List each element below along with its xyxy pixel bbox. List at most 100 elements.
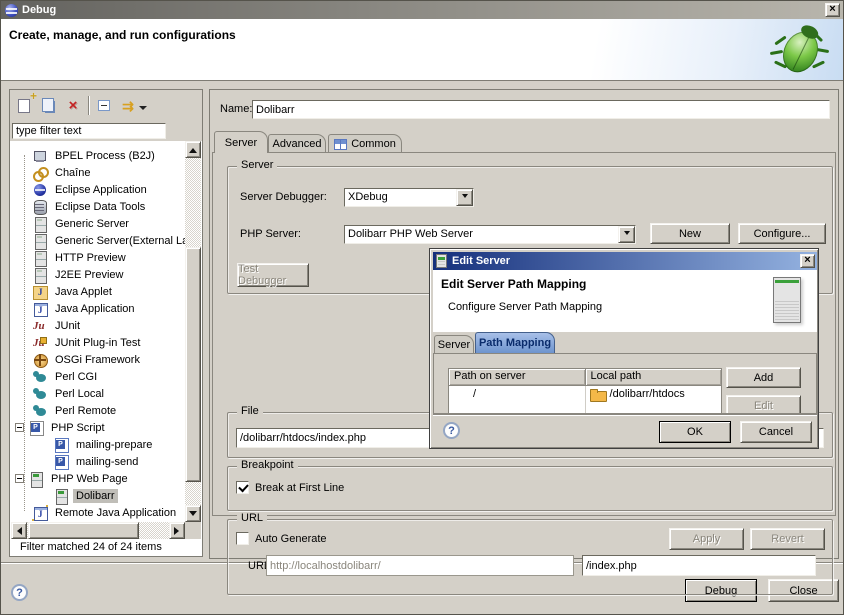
tree-item-label: Chaîne	[52, 166, 93, 180]
dialog-tab-path-mapping[interactable]: Path Mapping	[475, 332, 555, 353]
ok-button[interactable]: OK	[659, 421, 731, 443]
dialog-close-button[interactable]	[800, 254, 815, 268]
tree-item-label: Java Application	[52, 302, 138, 316]
junit-icon	[32, 318, 48, 334]
toolbar-separator	[88, 96, 89, 115]
tree-vscrollbar[interactable]	[185, 141, 201, 522]
tree-item[interactable]: PHP Web Page	[11, 470, 185, 487]
url-group: URL Auto Generate URL:	[227, 519, 833, 595]
tree-item[interactable]: PHP Script	[11, 419, 185, 436]
server-icon	[32, 250, 48, 266]
config-tree: BPEL Process (B2J) ChaîneEclipse Applicat…	[11, 141, 185, 522]
type-filter-input[interactable]	[12, 123, 166, 139]
duplicate-configuration-icon[interactable]	[38, 96, 58, 115]
php-server-select[interactable]: Dolibarr PHP Web Server	[344, 225, 636, 244]
dialog-header: Edit Server Path Mapping Configure Serve…	[433, 270, 817, 332]
tree-item[interactable]: Eclipse Application	[11, 181, 185, 198]
tree-item[interactable]: Java Application	[11, 300, 185, 317]
tree-item[interactable]: BPEL Process (B2J)	[11, 147, 185, 164]
tree-item[interactable]: Perl Remote	[11, 402, 185, 419]
hscroll-thumb[interactable]	[28, 522, 139, 539]
tab-common[interactable]: Common	[328, 134, 402, 153]
tree-item-label: PHP Script	[48, 421, 108, 435]
vscroll-thumb[interactable]	[185, 247, 201, 482]
filter-menu-caret-icon[interactable]	[138, 100, 148, 119]
tree-item[interactable]: OSGi Framework	[11, 351, 185, 368]
server-icon	[436, 254, 447, 268]
applet-icon	[32, 284, 48, 300]
tree-item[interactable]: Generic Server(External La	[11, 232, 185, 249]
tree-item-label: Generic Server	[52, 217, 132, 231]
edit-mapping-button: Edit	[726, 395, 801, 414]
database-icon	[32, 199, 48, 215]
name-label: Name:	[220, 103, 252, 115]
perl-icon	[32, 403, 48, 419]
cancel-button[interactable]: Cancel	[740, 421, 812, 443]
chevron-down-icon[interactable]	[618, 226, 635, 243]
dialog-tab-server[interactable]: Server	[434, 335, 474, 353]
tree-item-label: OSGi Framework	[52, 353, 143, 367]
server-icon	[32, 267, 48, 283]
tree-item[interactable]: Eclipse Data Tools	[11, 198, 185, 215]
scroll-right-button[interactable]	[169, 522, 185, 539]
dialog-help-icon[interactable]	[443, 422, 460, 439]
new-server-button[interactable]: New	[650, 223, 730, 244]
name-input[interactable]	[252, 100, 830, 119]
tree-item[interactable]: mailing-prepare	[11, 436, 185, 453]
delete-configuration-icon[interactable]: ×	[63, 96, 83, 115]
header-text: Create, manage, and run configurations	[9, 28, 236, 42]
tree-item-label: HTTP Preview	[52, 251, 129, 265]
window-close-button[interactable]	[825, 3, 840, 17]
tree-item[interactable]: Generic Server	[11, 215, 185, 232]
tree-item[interactable]: Chaîne	[11, 164, 185, 181]
auto-generate-label: Auto Generate	[255, 533, 327, 545]
tree-item[interactable]: Remote Java Application	[11, 504, 185, 521]
collapse-all-icon[interactable]	[94, 96, 114, 115]
tree-item[interactable]: Dolibarr	[11, 487, 185, 504]
configure-button[interactable]: Configure...	[738, 223, 826, 244]
tree-item[interactable]: JUnit Plug-in Test	[11, 334, 185, 351]
new-configuration-icon[interactable]: +	[14, 96, 34, 115]
tree-hscrollbar[interactable]	[11, 522, 185, 539]
dialog-titlebar[interactable]: Edit Server	[433, 252, 817, 270]
server-tower-image	[773, 277, 801, 323]
server-debugger-label: Server Debugger:	[240, 191, 327, 203]
perl-icon	[32, 386, 48, 402]
column-path-on-server[interactable]: Path on server	[449, 369, 586, 386]
php-file-icon	[53, 437, 69, 453]
tree-item-label: J2EE Preview	[52, 268, 126, 282]
help-icon[interactable]	[11, 584, 28, 601]
scroll-down-button[interactable]	[185, 505, 201, 522]
server-icon	[32, 233, 48, 249]
add-mapping-button[interactable]: Add	[726, 367, 801, 388]
window-titlebar[interactable]: Debug	[1, 1, 844, 19]
tab-server[interactable]: Server	[214, 131, 268, 153]
tree-item-label: Generic Server(External La	[52, 234, 185, 248]
scroll-up-button[interactable]	[185, 141, 201, 158]
tree-item[interactable]: JUnit	[11, 317, 185, 334]
column-local-path[interactable]: Local path	[586, 369, 722, 386]
tree-item[interactable]: J2EE Preview	[11, 266, 185, 283]
table-row[interactable]: / /dolibarr/htdocs	[449, 386, 721, 402]
tab-advanced[interactable]: Advanced	[268, 134, 326, 153]
osgi-icon	[32, 352, 48, 368]
dialog-heading: Edit Server Path Mapping	[441, 277, 586, 291]
filter-configurations-icon[interactable]: ⇉	[118, 96, 138, 115]
chevron-down-icon[interactable]	[456, 189, 473, 206]
auto-generate-checkbox[interactable]	[236, 532, 249, 545]
break-first-line-checkbox[interactable]	[236, 481, 249, 494]
tree-item-label: Perl Local	[52, 387, 107, 401]
local-path-cell: /dolibarr/htdocs	[586, 386, 721, 402]
server-debugger-select[interactable]: XDebug	[344, 188, 474, 207]
tree-item[interactable]: HTTP Preview	[11, 249, 185, 266]
scroll-left-button[interactable]	[11, 522, 27, 539]
tree-item[interactable]: Perl CGI	[11, 368, 185, 385]
url-path-input[interactable]	[582, 555, 816, 576]
collapse-toggle-icon[interactable]	[15, 423, 24, 432]
dialog-subheading: Configure Server Path Mapping	[448, 301, 602, 313]
collapse-toggle-icon[interactable]	[15, 474, 24, 483]
tree-item[interactable]: Java Applet	[11, 283, 185, 300]
tree-item[interactable]: Perl Local	[11, 385, 185, 402]
tree-item-label: mailing-prepare	[73, 438, 155, 452]
tree-item[interactable]: mailing-send	[11, 453, 185, 470]
